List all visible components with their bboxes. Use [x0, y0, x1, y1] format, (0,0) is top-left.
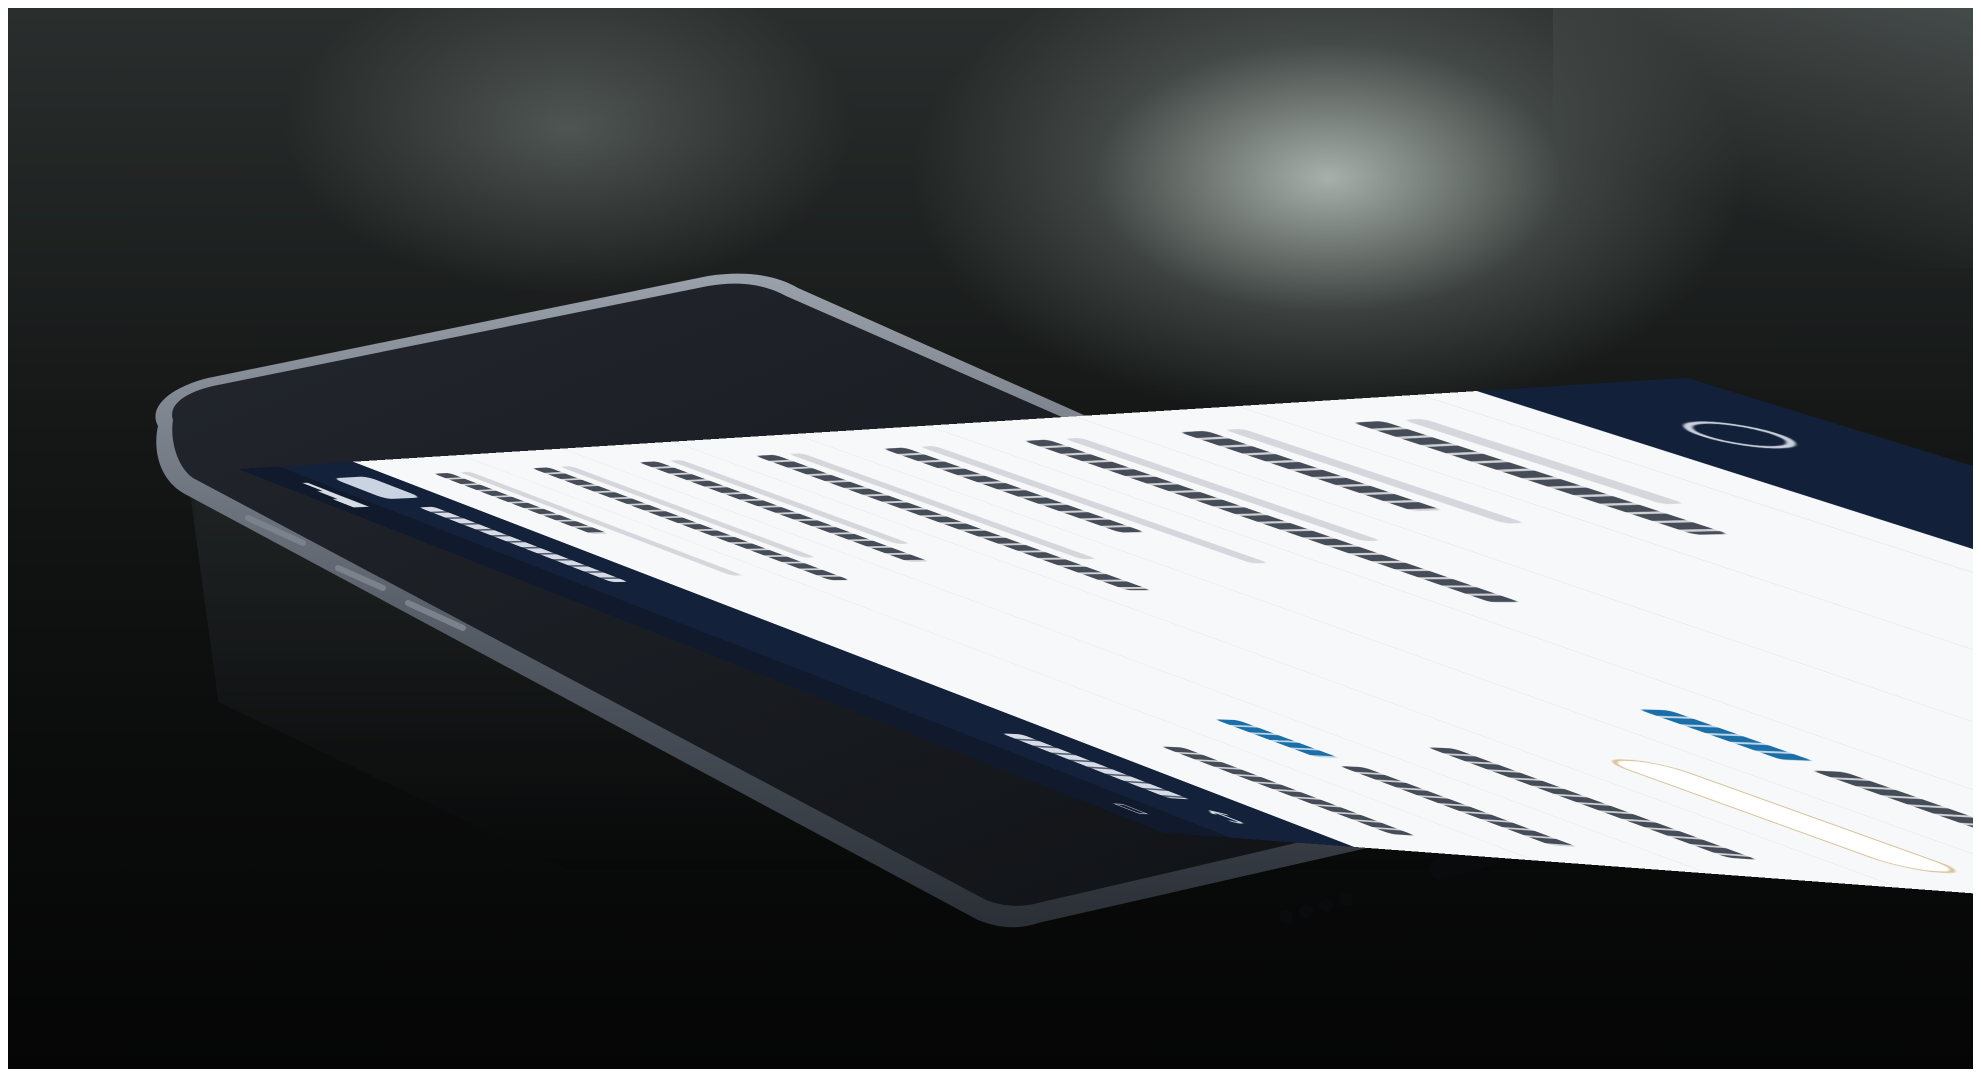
- photo-scene: ▂▄▆ ▭ ↩: [8, 8, 1973, 1069]
- compass-icon[interactable]: [1660, 419, 1820, 450]
- back-arrow-icon[interactable]: ↩: [1186, 808, 1269, 826]
